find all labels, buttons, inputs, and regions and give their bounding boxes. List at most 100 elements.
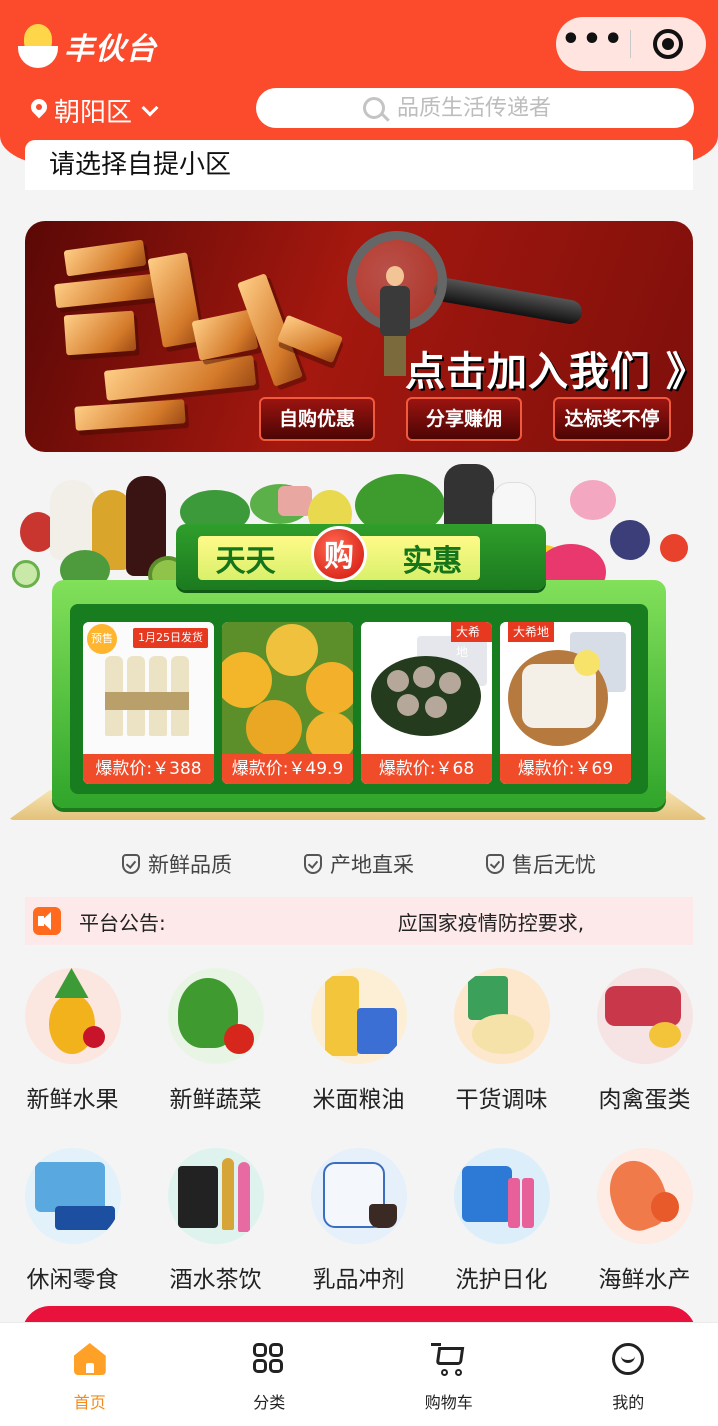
home-icon: [72, 1341, 108, 1377]
notice-label: 平台公告:: [79, 910, 166, 935]
close-target-icon: [653, 29, 683, 59]
category-label: 米面粮油: [312, 1087, 405, 1113]
promo-title: 天天 购 实惠: [198, 526, 480, 582]
product-card[interactable]: 爆款价:￥49.9: [222, 622, 353, 784]
search-icon: [363, 97, 385, 119]
drinks-icon: [167, 1148, 264, 1244]
snack-icon: [24, 1148, 121, 1244]
presale-badge: 预售: [87, 624, 117, 654]
category-label: 肉禽蛋类: [598, 1087, 691, 1113]
banner-tag: 分享赚佣: [406, 397, 522, 441]
feature-item: 新鲜品质: [122, 846, 232, 882]
category-item[interactable]: 海鲜水产: [573, 1148, 716, 1298]
category-label: 酒水茶饮: [169, 1267, 262, 1293]
category-item[interactable]: 米面粮油: [287, 968, 430, 1118]
meat-graphic: [278, 486, 312, 516]
category-icon: [251, 1341, 287, 1377]
tab-profile[interactable]: 我的: [539, 1323, 718, 1426]
product-image: [222, 622, 353, 762]
berries-graphic: [610, 520, 650, 560]
feature-item: 产地直采: [304, 846, 414, 882]
fruit-icon: [24, 968, 121, 1064]
pickup-community-selector[interactable]: 请选择自提小区: [25, 140, 693, 190]
category-item[interactable]: 新鲜水果: [1, 968, 144, 1118]
promo-title-right: 实惠: [402, 544, 463, 579]
seasoning-icon: [453, 968, 550, 1064]
meat-egg-icon: [596, 968, 693, 1064]
search-input[interactable]: [397, 95, 587, 121]
feature-label: 售后无忧: [512, 853, 596, 877]
product-price: 爆款价:￥68: [361, 754, 492, 784]
app-logo: 丰伙台: [18, 22, 157, 70]
shield-check-icon: [486, 854, 504, 874]
cart-icon: [430, 1341, 467, 1377]
close-miniprogram-button[interactable]: [631, 29, 705, 59]
ship-date-tag: 1月25日发货: [133, 628, 208, 648]
more-menu-button[interactable]: •••: [556, 25, 630, 58]
product-price: 爆款价:￥388: [83, 754, 214, 784]
tomato-graphic: [660, 534, 688, 562]
tab-label: 首页: [73, 1393, 106, 1412]
service-features: 新鲜品质 产地直采 售后无忧: [0, 846, 718, 882]
search-bar[interactable]: [256, 88, 694, 128]
flower-graphic: [570, 480, 616, 520]
tab-cart[interactable]: 购物车: [359, 1323, 539, 1426]
category-label: 新鲜蔬菜: [169, 1087, 262, 1113]
speaker-icon: [33, 907, 61, 935]
notice-text: 应国家疫情防控要求,: [397, 910, 585, 935]
category-label: 新鲜水果: [26, 1087, 119, 1113]
shield-check-icon: [304, 854, 322, 874]
bottom-tab-bar: 首页 分类 购物车 我的: [0, 1322, 718, 1426]
location-label: 朝阳区: [54, 98, 133, 128]
bottle-graphic: [50, 480, 96, 560]
tab-category[interactable]: 分类: [180, 1323, 360, 1426]
product-price: 爆款价:￥49.9: [222, 754, 353, 784]
tab-label: 我的: [612, 1393, 645, 1412]
profile-icon: [610, 1341, 646, 1377]
category-label: 休闲零食: [26, 1267, 119, 1293]
daily-deals-section: 天天 购 实惠 预售 1月25日发货 爆款价:￥388 爆款价:￥49.9 大希…: [0, 460, 718, 836]
feature-label: 新鲜品质: [148, 853, 232, 877]
product-card[interactable]: 大希地 爆款价:￥68: [361, 622, 492, 784]
category-item[interactable]: 乳品冲剂: [287, 1148, 430, 1298]
promo-title-badge: 购: [310, 526, 367, 582]
feature-label: 产地直采: [330, 853, 414, 877]
tab-home[interactable]: 首页: [0, 1323, 180, 1426]
platform-notice-bar[interactable]: 平台公告: 应国家疫情防控要求,: [25, 897, 693, 945]
chevron-down-icon: [141, 99, 159, 116]
banner-tag: 达标奖不停: [553, 397, 671, 441]
category-label: 洗护日化: [455, 1267, 548, 1293]
brand-tag: 大希地: [508, 622, 555, 642]
location-selector[interactable]: 朝阳区: [27, 92, 159, 129]
category-item[interactable]: 休闲零食: [1, 1148, 144, 1298]
grain-oil-icon: [310, 968, 407, 1064]
join-us-banner[interactable]: 点击加入我们 》 自购优惠 分享赚佣 达标奖不停: [25, 221, 693, 452]
category-label: 乳品冲剂: [312, 1267, 405, 1293]
category-label: 干货调味: [455, 1087, 548, 1113]
category-item[interactable]: 干货调味: [430, 968, 573, 1118]
toiletries-icon: [453, 1148, 550, 1244]
brand-tag: 大希地: [451, 622, 492, 659]
tab-label: 分类: [253, 1393, 286, 1412]
product-price: 爆款价:￥69: [500, 754, 631, 784]
category-item[interactable]: 肉禽蛋类: [573, 968, 716, 1118]
product-card[interactable]: 大希地 爆款价:￥69: [500, 622, 631, 784]
cucumber-slice-graphic: [12, 560, 40, 588]
feature-item: 售后无忧: [486, 846, 596, 882]
seafood-icon: [596, 1148, 693, 1244]
category-item[interactable]: 洗护日化: [430, 1148, 573, 1298]
category-item[interactable]: 新鲜蔬菜: [144, 968, 287, 1118]
banner-tag: 自购优惠: [259, 397, 375, 441]
logo-icon: [18, 22, 58, 70]
category-item[interactable]: 酒水茶饮: [144, 1148, 287, 1298]
banner-headline: 点击加入我们 》: [405, 349, 693, 395]
location-pin-icon: [27, 95, 51, 123]
product-card[interactable]: 预售 1月25日发货 爆款价:￥388: [83, 622, 214, 784]
category-grid: 新鲜水果 新鲜蔬菜 米面粮油 干货调味 肉禽蛋类 休闲零食 酒水茶饮 乳品冲剂 …: [0, 962, 718, 1302]
dairy-icon: [310, 1148, 407, 1244]
category-label: 海鲜水产: [598, 1267, 691, 1293]
shield-check-icon: [122, 854, 140, 874]
app-name: 丰伙台: [64, 32, 157, 67]
vegetable-icon: [167, 968, 264, 1064]
magnifier-handle-graphic: [432, 276, 584, 326]
